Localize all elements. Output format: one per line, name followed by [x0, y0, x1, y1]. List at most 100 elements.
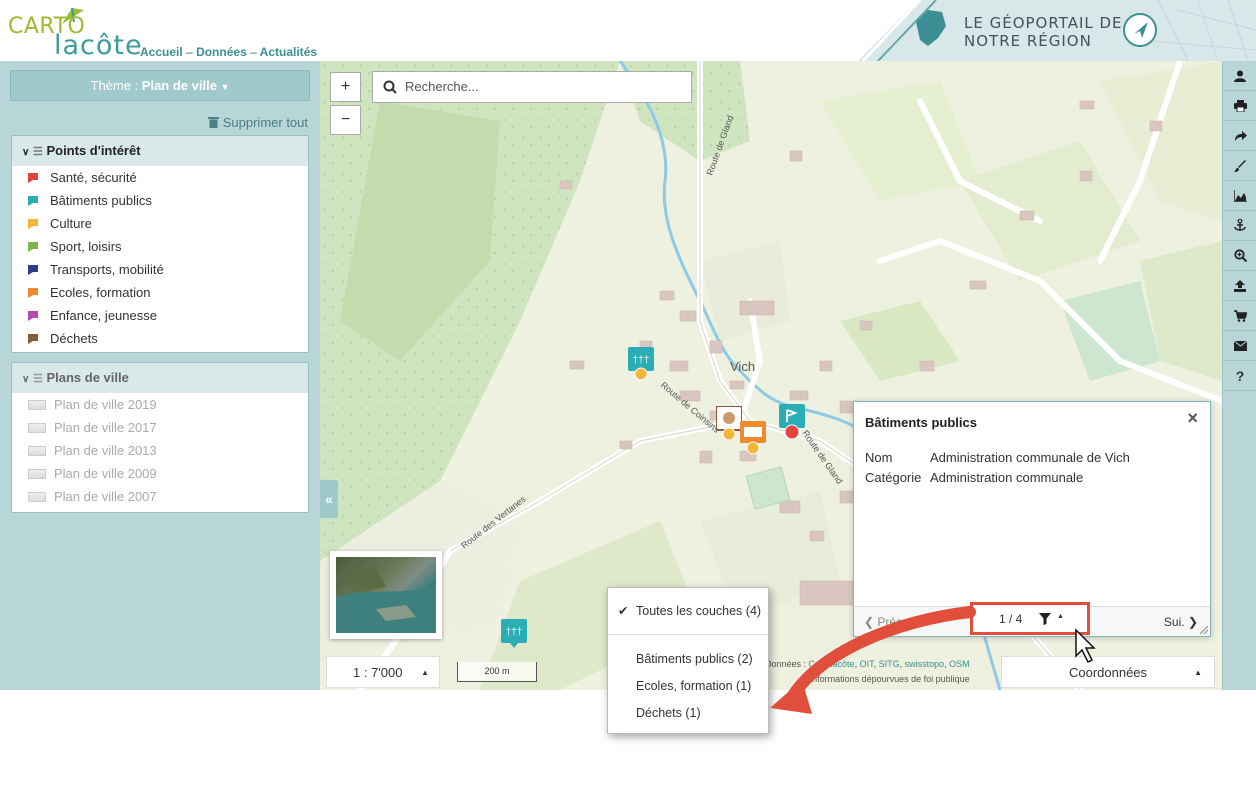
poi-list: Santé, sécurité Bâtiments publics Culture S…	[12, 166, 308, 350]
poi-layer-label: Culture	[50, 216, 92, 231]
caret-down-icon: ▼	[220, 82, 230, 92]
logo-text-lacote: lacôte	[54, 30, 143, 61]
delete-all-button[interactable]: Supprimer tout	[208, 115, 308, 130]
svg-text:†††: †††	[506, 627, 523, 638]
filter-option[interactable]: Ecoles, formation (1)	[608, 675, 768, 697]
theme-value: Plan de ville	[141, 78, 217, 93]
public-building-marker[interactable]: †††	[628, 347, 654, 381]
prev-button[interactable]: ❮ Préc.	[864, 615, 905, 629]
poi-layer-label: Bâtiments publics	[50, 193, 152, 208]
logo[interactable]: CARTO lacôte	[8, 6, 142, 61]
attribution-link[interactable]: SITG	[879, 659, 900, 669]
filter-option[interactable]: Déchets (1)	[608, 702, 768, 724]
poi-layer-label: Ecoles, formation	[50, 285, 151, 300]
print-icon[interactable]	[1223, 91, 1256, 121]
draw-icon[interactable]	[1223, 151, 1256, 181]
zoom-out-button[interactable]: −	[330, 105, 361, 135]
attribution-link[interactable]: Cartolacôte	[809, 659, 855, 669]
poi-layer-item[interactable]: Sport, loisirs	[12, 235, 308, 258]
minimap-aerial-image	[336, 557, 436, 633]
cart-icon[interactable]	[1223, 301, 1256, 331]
poi-layer-group: ∨ ☰ Points d'intérêt Santé, sécurité Bâti…	[11, 135, 309, 353]
next-label: Sui.	[1163, 615, 1185, 629]
help-icon[interactable]: ?	[1223, 361, 1256, 391]
profile-chart-icon[interactable]	[1223, 181, 1256, 211]
attribution-link[interactable]: swisstopo	[905, 659, 945, 669]
plan-layer-item[interactable]: Plan de ville 2007	[12, 485, 308, 508]
resize-handle-icon[interactable]	[1200, 626, 1208, 634]
pager-filter-button[interactable]: 1 / 4 ▲	[970, 602, 1090, 635]
filter-option-label: Toutes les couches (4)	[636, 604, 762, 618]
plans-group-header[interactable]: ∨ ☰ Plans de ville	[12, 363, 308, 393]
theme-dropdown[interactable]: Thème : Plan de ville ▼	[10, 70, 310, 101]
plan-layer-item[interactable]: Plan de ville 2013	[12, 439, 308, 462]
share-icon[interactable]	[1223, 121, 1256, 151]
collapse-panel-button[interactable]: «	[320, 480, 338, 518]
user-icon[interactable]	[1223, 61, 1256, 91]
plans-layer-group: ∨ ☰ Plans de ville Plan de ville 2019 Pla…	[11, 362, 309, 513]
popup-title: Bâtiments publics	[865, 415, 977, 430]
plan-layer-label: Plan de ville 2009	[54, 466, 157, 481]
plans-group-title: Plans de ville	[46, 370, 129, 385]
poi-layer-item[interactable]: Culture	[12, 212, 308, 235]
attribution-disclaimer: Informations dépourvues de foi publique	[809, 674, 970, 684]
svg-text:†††: †††	[633, 355, 650, 366]
scale-dropdown[interactable]: 1 : 7'000 ▲	[326, 656, 440, 688]
poi-layer-item[interactable]: Ecoles, formation	[12, 281, 308, 304]
nav-link-actualites[interactable]: Actualités	[260, 45, 317, 59]
zoom-in-button[interactable]: +	[330, 72, 361, 102]
mail-icon[interactable]	[1223, 331, 1256, 361]
upload-icon[interactable]	[1223, 271, 1256, 301]
close-icon[interactable]: ×	[1187, 408, 1198, 429]
waste-marker[interactable]	[715, 405, 743, 441]
poi-layer-label: Transports, mobilité	[50, 262, 164, 277]
header: CARTO lacôte Accueil – Données – Actuali…	[0, 0, 1256, 61]
attribution-link[interactable]: OSM	[949, 659, 970, 669]
attribution-link[interactable]: OIT	[860, 659, 874, 669]
plan-layer-item[interactable]: Plan de ville 2019	[12, 393, 308, 416]
poi-layer-item[interactable]: Transports, mobilité	[12, 258, 308, 281]
chevron-down-icon: ∨	[22, 147, 30, 158]
poi-group-title: Points d'intérêt	[46, 143, 141, 158]
anchor-icon[interactable]	[1223, 211, 1256, 241]
public-building-marker[interactable]: †††	[501, 619, 527, 649]
filter-option[interactable]: Bâtiments publics (2)	[608, 648, 768, 670]
search-input[interactable]: Recherche...	[372, 71, 692, 103]
poi-layer-item[interactable]: Bâtiments publics	[12, 189, 308, 212]
plan-layer-item[interactable]: Plan de ville 2017	[12, 416, 308, 439]
next-button[interactable]: Sui. ❯	[1164, 615, 1198, 629]
theme-prefix: Thème :	[90, 78, 142, 93]
portal-title-line2: NOTRE RÉGION	[964, 32, 1092, 50]
minimap[interactable]	[330, 551, 442, 639]
field-label: Nom	[865, 450, 893, 465]
caret-up-icon: ▲	[1057, 613, 1064, 620]
layer-color-icon	[28, 242, 38, 252]
coordinates-dropdown[interactable]: Coordonnées ▲	[1001, 656, 1215, 688]
school-marker[interactable]	[740, 421, 766, 455]
layer-thumbnail-icon	[28, 400, 46, 410]
scale-bar: 200 m	[457, 662, 537, 682]
nav-link-accueil[interactable]: Accueil	[140, 45, 183, 59]
caret-up-icon: ▲	[1194, 668, 1202, 677]
popup-footer: ❮ Préc. 1 / 4 ▲ Sui. ❯	[854, 602, 1210, 636]
field-value: Administration communale	[930, 470, 1084, 485]
zoom-search-icon[interactable]	[1223, 241, 1256, 271]
attribution-prefix: Données :	[765, 659, 809, 669]
poi-layer-item[interactable]: Enfance, jeunesse	[12, 304, 308, 327]
filter-option-all[interactable]: ✔ Toutes les couches (4)	[608, 600, 768, 622]
poi-layer-item[interactable]: Santé, sécurité	[12, 166, 308, 189]
public-building-marker-selected[interactable]	[779, 404, 805, 440]
layer-thumbnail-icon	[28, 423, 46, 433]
nav-link-donnees[interactable]: Données	[196, 45, 247, 59]
right-toolbar: ?	[1222, 61, 1256, 690]
portal-title-line1: LE GÉOPORTAIL DE	[964, 14, 1123, 32]
chevron-left-icon: ❮	[864, 615, 878, 629]
field-value: Administration communale de Vich	[930, 450, 1130, 465]
poi-layer-item[interactable]: Déchets	[12, 327, 308, 350]
dropdown-divider	[608, 634, 768, 635]
poi-group-header[interactable]: ∨ ☰ Points d'intérêt	[12, 136, 308, 166]
search-placeholder: Recherche...	[405, 79, 479, 94]
app-root: CARTO lacôte Accueil – Données – Actuali…	[0, 0, 1256, 797]
chevron-down-icon: ∨	[22, 374, 30, 385]
plan-layer-item[interactable]: Plan de ville 2009	[12, 462, 308, 485]
